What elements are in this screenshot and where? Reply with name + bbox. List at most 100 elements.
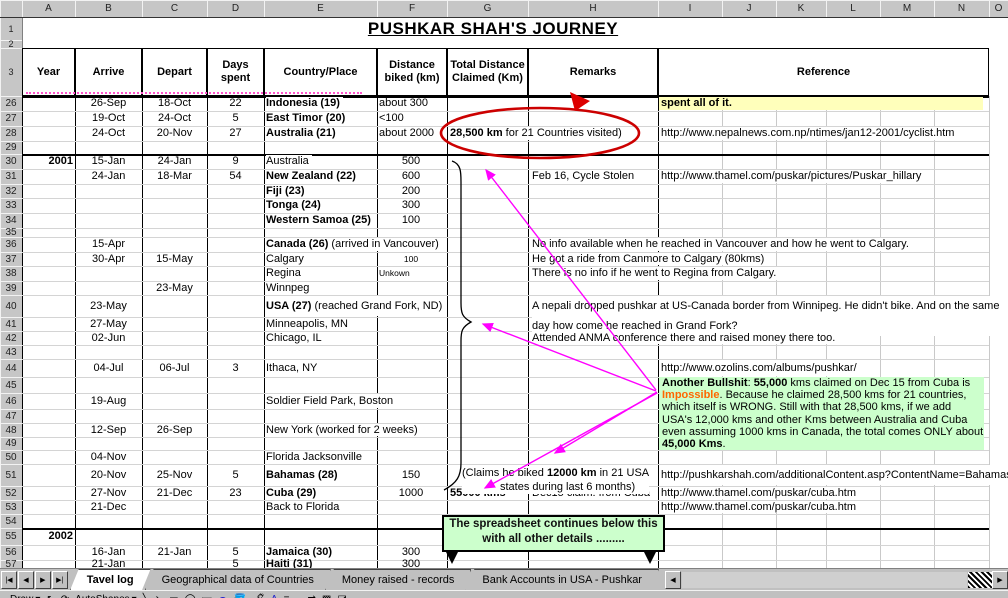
cell-distance-51[interactable]: 150 bbox=[378, 465, 444, 485]
cell-days-57[interactable]: 5 bbox=[208, 561, 263, 567]
cell-arrive-30[interactable]: 15-Jan bbox=[76, 155, 141, 168]
cell-remark-31[interactable]: Feb 16, Cycle Stolen bbox=[532, 170, 637, 183]
column-title-H[interactable]: Remarks bbox=[528, 48, 658, 96]
scrollbar-hatched-thumb[interactable] bbox=[968, 572, 992, 588]
row-header-52[interactable]: 52 bbox=[0, 486, 23, 501]
col-header-O[interactable]: O bbox=[989, 0, 1008, 18]
cell-place-26[interactable]: Indonesia (19) bbox=[266, 97, 343, 110]
cell-year-30[interactable]: 2001 bbox=[23, 155, 73, 168]
cell-total-claim-28[interactable]: 28,500 km for 21 Countries visited) bbox=[450, 127, 622, 140]
cell-place-41[interactable]: Minneapolis, MN bbox=[266, 318, 351, 330]
column-title-A[interactable]: Year bbox=[22, 48, 75, 96]
autoshapes-menu[interactable]: AutoShapes ▾ bbox=[75, 594, 137, 598]
row-header-34[interactable]: 34 bbox=[0, 213, 23, 229]
cell-days-27[interactable]: 5 bbox=[208, 112, 263, 125]
last-sheet-button[interactable]: ▶| bbox=[52, 571, 68, 589]
cell-distance-31[interactable]: 600 bbox=[378, 170, 444, 183]
cell-place-42[interactable]: Chicago, IL bbox=[266, 332, 325, 344]
cell-place-57[interactable]: Haiti (31) bbox=[266, 561, 315, 567]
cell-place-28[interactable]: Australia (21) bbox=[266, 127, 339, 140]
cell-distance-28[interactable]: about 2000 bbox=[379, 127, 445, 140]
cell-depart-51[interactable]: 25-Nov bbox=[143, 465, 206, 485]
cell-depart-28[interactable]: 20-Nov bbox=[143, 127, 206, 140]
cell-reference-31[interactable]: http://www.thamel.com/puskar/pictures/Pu… bbox=[661, 170, 924, 183]
cell-depart-37[interactable]: 15-May bbox=[143, 253, 206, 265]
cell-depart-48[interactable]: 26-Sep bbox=[143, 424, 206, 436]
cell-place-52[interactable]: Cuba (29) bbox=[266, 487, 319, 499]
textbox-icon[interactable]: 🄰 bbox=[202, 594, 212, 598]
select-all-corner[interactable] bbox=[0, 0, 23, 18]
row-header-41[interactable]: 41 bbox=[0, 317, 23, 332]
row-header-33[interactable]: 33 bbox=[0, 198, 23, 214]
tab-scroll-left-icon[interactable]: ◀ bbox=[665, 571, 681, 589]
cell-distance-33[interactable]: 300 bbox=[378, 199, 444, 212]
sheet-tab-geographical-data-of-countries[interactable]: Geographical data of Countries bbox=[145, 569, 331, 591]
cell-days-51[interactable]: 5 bbox=[208, 465, 263, 485]
col-header-A[interactable]: A bbox=[22, 0, 76, 18]
continues-note-box[interactable]: The spreadsheet continues below this wit… bbox=[442, 515, 665, 552]
sheet-tab-tavel-log[interactable]: Tavel log bbox=[70, 569, 151, 591]
row-header-56[interactable]: 56 bbox=[0, 545, 23, 561]
cell-place-40[interactable]: USA (27) (reached Grand Fork, ND) bbox=[266, 296, 445, 316]
col-header-B[interactable]: B bbox=[75, 0, 143, 18]
col-header-J[interactable]: J bbox=[722, 0, 777, 18]
row-header-39[interactable]: 39 bbox=[0, 281, 23, 296]
cell-place-30[interactable]: Australia bbox=[266, 155, 312, 168]
cell-distance-34[interactable]: 100 bbox=[378, 214, 444, 227]
cell-arrive-46[interactable]: 19-Aug bbox=[76, 394, 141, 408]
cell-distance-38[interactable]: Unkown bbox=[379, 267, 445, 280]
cell-days-31[interactable]: 54 bbox=[208, 170, 263, 183]
column-title-C[interactable]: Depart bbox=[142, 48, 207, 96]
row-header-36[interactable]: 36 bbox=[0, 237, 23, 253]
cell-arrive-26[interactable]: 26-Sep bbox=[76, 97, 141, 110]
cell-days-52[interactable]: 23 bbox=[208, 487, 263, 499]
cell-depart-26[interactable]: 18-Oct bbox=[143, 97, 206, 110]
line-style-icon[interactable]: ≡ bbox=[284, 594, 290, 598]
cell-depart-56[interactable]: 21-Jan bbox=[143, 546, 206, 559]
horizontal-scrollbar-track[interactable] bbox=[682, 572, 967, 588]
cell-days-26[interactable]: 22 bbox=[208, 97, 263, 110]
cell-place-44[interactable]: Ithaca, NY bbox=[266, 360, 320, 376]
cell-days-28[interactable]: 27 bbox=[208, 127, 263, 140]
cell-place-39[interactable]: Winnpeg bbox=[266, 282, 312, 294]
draw-menu[interactable]: Draw ▾ bbox=[10, 594, 40, 598]
cell-place-32[interactable]: Fiji (23) bbox=[266, 185, 308, 197]
col-header-H[interactable]: H bbox=[528, 0, 659, 18]
tab-scroll-right-icon[interactable]: ▶ bbox=[992, 571, 1008, 589]
cell-place-37[interactable]: Calgary bbox=[266, 253, 307, 265]
row-header-27[interactable]: 27 bbox=[0, 111, 23, 127]
cell-place-38[interactable]: Regina bbox=[266, 267, 304, 280]
cell-remark-42[interactable]: Attended ANMA conference there and raise… bbox=[532, 332, 838, 344]
cell-arrive-51[interactable]: 20-Nov bbox=[76, 465, 141, 485]
column-title-F[interactable]: Distance biked (km) bbox=[377, 48, 447, 96]
cell-place-53[interactable]: Back to Florida bbox=[266, 501, 342, 513]
cell-claims-note-51[interactable]: (Claims he biked 12000 km in 21 USAstate… bbox=[462, 466, 649, 494]
sheet-tab-bank-accounts-in-usa-pushkar[interactable]: Bank Accounts in USA - Pushkar bbox=[465, 569, 659, 591]
3d-icon[interactable]: ◪ bbox=[337, 594, 346, 598]
font-color-icon[interactable]: A̲ bbox=[271, 594, 278, 598]
cell-place-48[interactable]: New York (worked for 2 weeks) bbox=[266, 424, 421, 436]
cell-place-36[interactable]: Canada (26) (arrived in Vancouver) bbox=[266, 238, 442, 251]
cell-distance-32[interactable]: 200 bbox=[378, 185, 444, 197]
cell-place-34[interactable]: Western Samoa (25) bbox=[266, 214, 374, 227]
select-icon[interactable]: ↖ bbox=[46, 594, 54, 598]
cell-distance-52[interactable]: 1000 bbox=[378, 487, 444, 499]
rotate-icon[interactable]: ⟳ bbox=[61, 594, 69, 598]
cell-arrive-40[interactable]: 23-May bbox=[76, 296, 141, 316]
col-header-E[interactable]: E bbox=[264, 0, 378, 18]
fill-color-icon[interactable]: 🪣 bbox=[234, 594, 246, 598]
row-header-43[interactable]: 43 bbox=[0, 345, 23, 360]
cell-distance-27[interactable]: <100 bbox=[379, 112, 445, 125]
cell-reference-28[interactable]: http://www.nepalnews.com.np/ntimes/jan12… bbox=[661, 127, 957, 140]
row-header-3[interactable]: 3 bbox=[0, 48, 23, 97]
column-title-E[interactable]: Country/Place bbox=[264, 48, 377, 96]
cell-arrive-50[interactable]: 04-Nov bbox=[76, 451, 141, 463]
cell-arrive-37[interactable]: 30-Apr bbox=[76, 253, 141, 265]
row-header-45[interactable]: 45 bbox=[0, 377, 23, 394]
cell-remark-37[interactable]: He got a ride from Canmore to Calgary (8… bbox=[532, 253, 767, 265]
cell-arrive-28[interactable]: 24-Oct bbox=[76, 127, 141, 140]
cell-reference-52[interactable]: http://www.thamel.com/puskar/cuba.htm bbox=[661, 487, 859, 499]
row-header-54[interactable]: 54 bbox=[0, 514, 23, 529]
cell-remark-36[interactable]: No info available when he reached in Van… bbox=[532, 238, 912, 251]
dash-style-icon[interactable]: ┄ bbox=[295, 594, 301, 598]
